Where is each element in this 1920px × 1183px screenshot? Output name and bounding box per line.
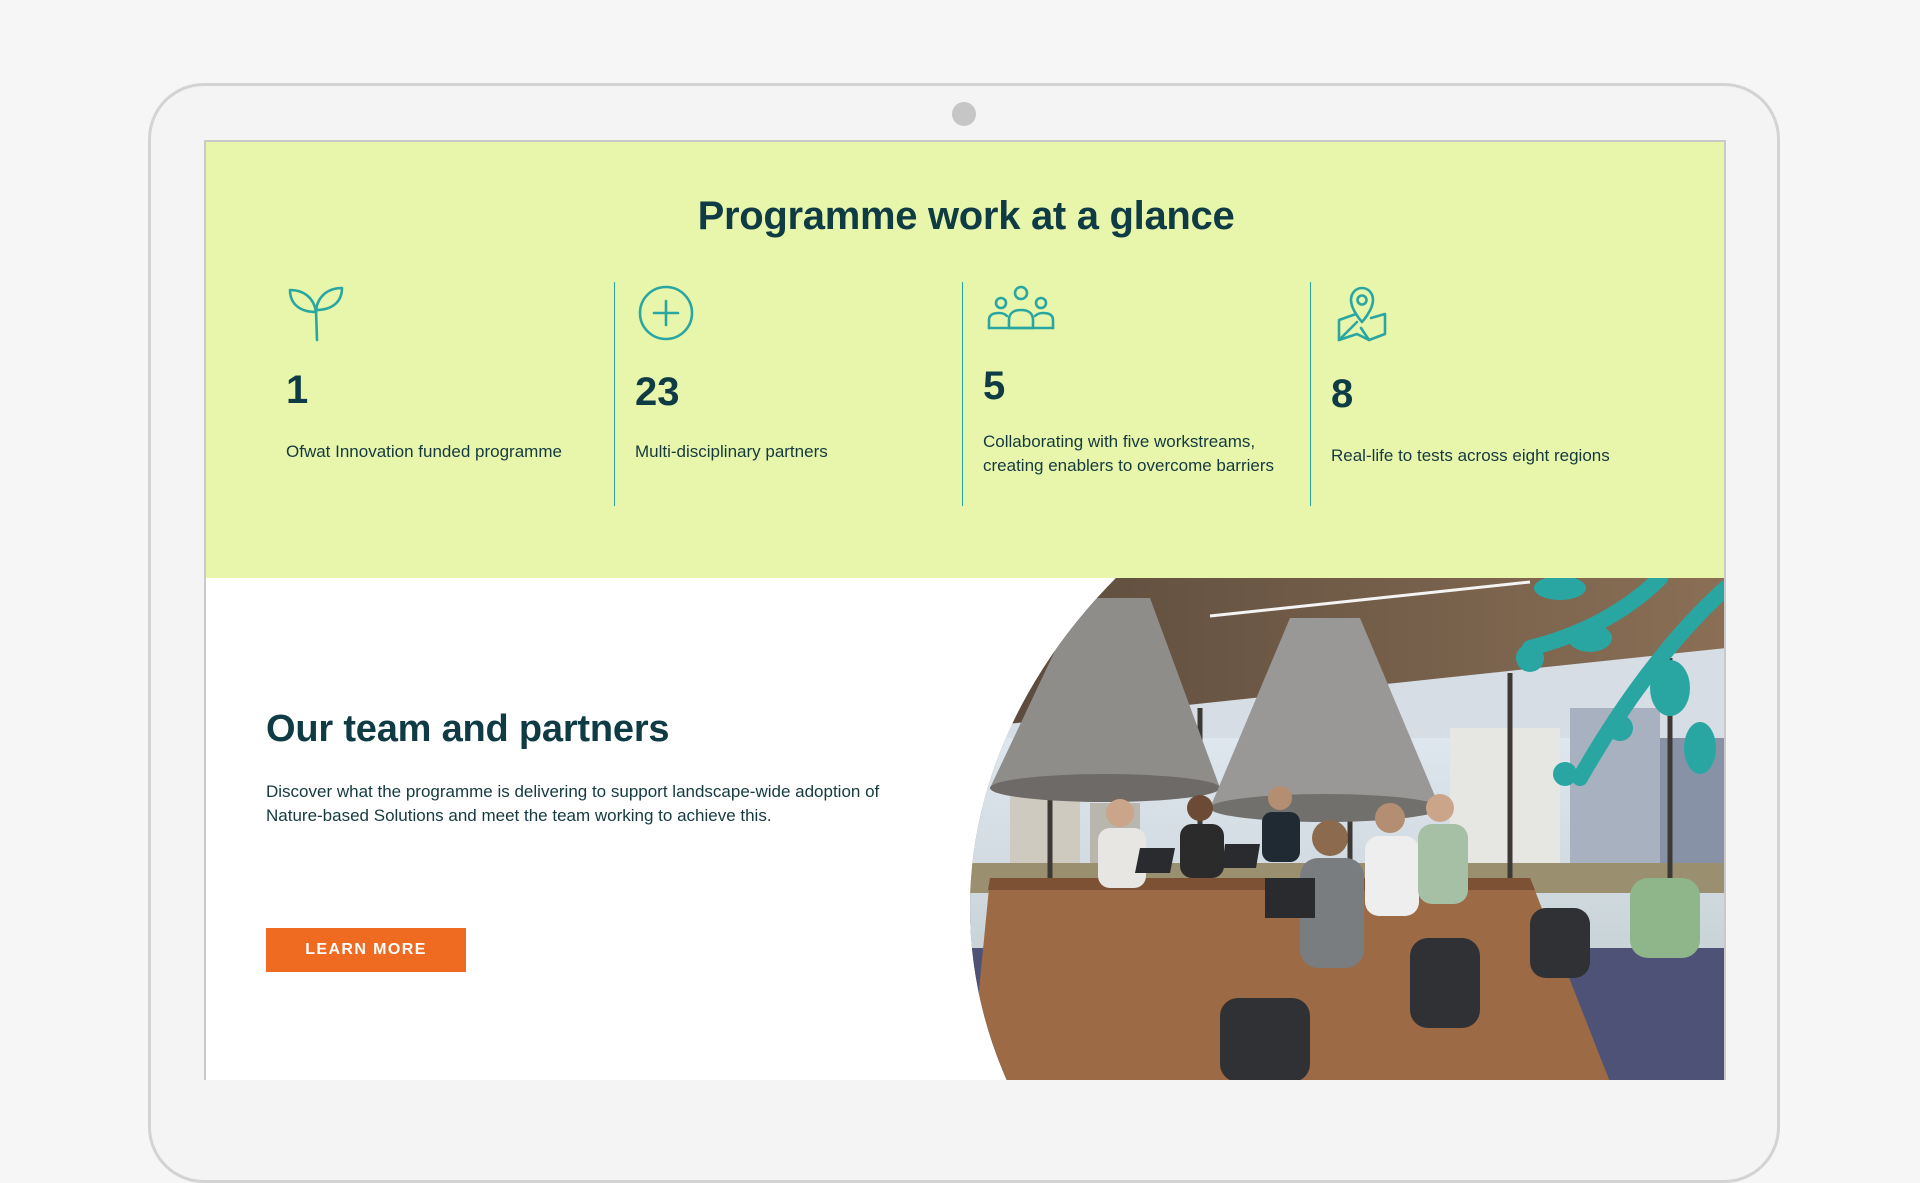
stat-value: 23 (635, 370, 680, 414)
stat-value: 5 (983, 364, 1006, 408)
plus-circle-icon (635, 282, 697, 344)
glance-title: Programme work at a glance (697, 194, 1235, 238)
glance-section: Programme work at a glance 1 Ofwat Innov… (206, 142, 1724, 578)
stat-label: Real-life to tests across eight regions (1331, 446, 1610, 465)
stat-value: 1 (286, 368, 309, 412)
sprout-icon (286, 282, 348, 344)
stat-value: 8 (1331, 372, 1354, 416)
stat-label: Collaborating with five workstreams, cre… (983, 432, 1275, 475)
learn-more-button[interactable]: LEARN MORE (266, 928, 466, 972)
stat-label: Ofwat Innovation funded programme (286, 442, 562, 461)
map-pin-icon (1331, 282, 1393, 344)
stat-workstreams: 5 Collaborating with five workstreams, c… (962, 282, 1310, 506)
team-title: Our team and partners (266, 708, 670, 750)
people-group-icon (983, 282, 1059, 344)
stat-label: Multi-disciplinary partners (635, 442, 828, 461)
team-meeting-photo (970, 578, 1724, 1080)
team-description: Discover what the programme is deliverin… (266, 782, 880, 825)
stat-funded-programme: 1 Ofwat Innovation funded programme (266, 282, 614, 506)
stat-partners: 23 Multi-disciplinary partners (614, 282, 962, 506)
camera-dot (952, 102, 976, 126)
website-screen: Programme work at a glance 1 Ofwat Innov… (204, 140, 1726, 1080)
team-section: Our team and partners Discover what the … (206, 578, 1724, 1080)
stat-regions: 8 Real-life to tests across eight region… (1310, 282, 1658, 506)
